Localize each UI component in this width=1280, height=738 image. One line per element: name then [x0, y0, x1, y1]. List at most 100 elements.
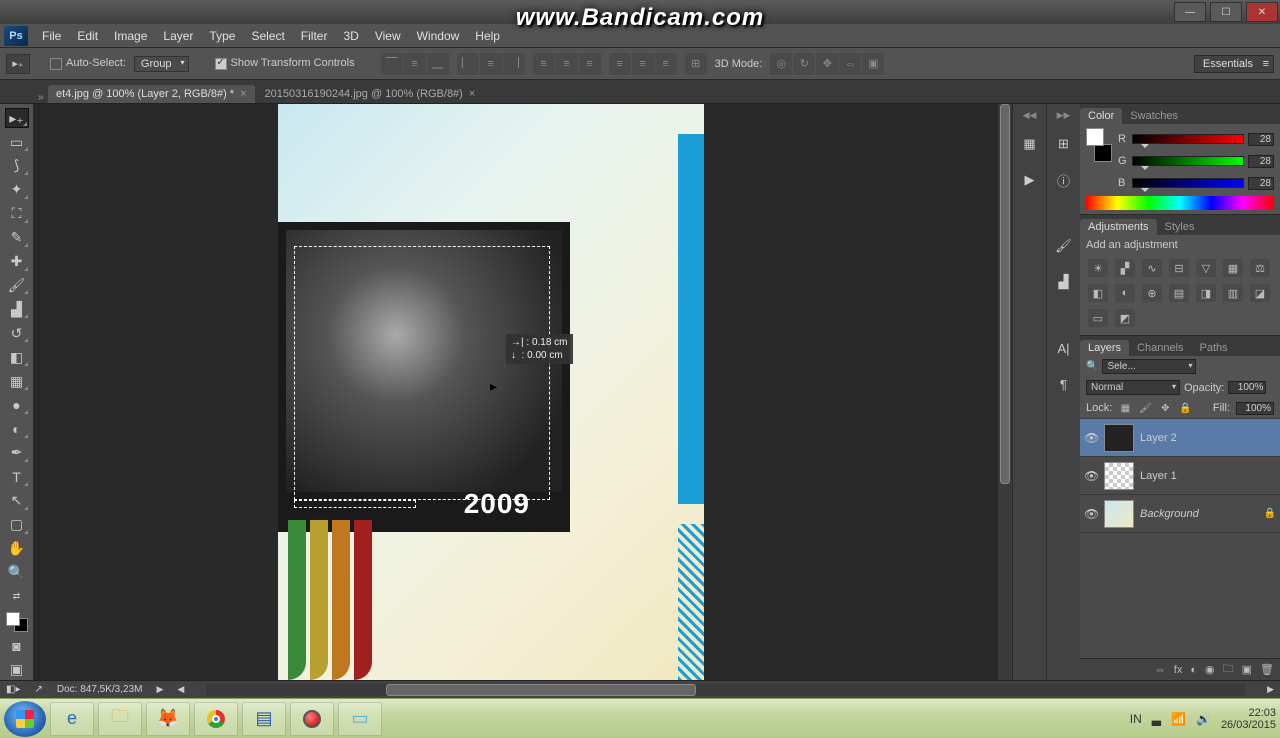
- new-layer-icon[interactable]: ▣: [1242, 663, 1252, 676]
- g-slider[interactable]: [1132, 156, 1244, 166]
- levels-adj-icon[interactable]: ▞: [1115, 259, 1135, 277]
- paths-tab[interactable]: Paths: [1192, 340, 1236, 356]
- path-tool-icon[interactable]: ↖: [5, 491, 29, 511]
- slide-icon[interactable]: ⇔: [839, 53, 861, 75]
- fgbg-swatch[interactable]: [1086, 128, 1112, 162]
- brightness-adj-icon[interactable]: ☀: [1088, 259, 1108, 277]
- menu-select[interactable]: Select: [243, 27, 292, 45]
- swap-colors-icon[interactable]: ⇄: [5, 586, 29, 606]
- tab-close-icon[interactable]: ×: [469, 88, 475, 100]
- menu-image[interactable]: Image: [106, 27, 155, 45]
- gradient-tool-icon[interactable]: ▦: [5, 371, 29, 391]
- posterize-adj-icon[interactable]: ▥: [1223, 284, 1243, 302]
- tool-preset-button[interactable]: ▸₊: [6, 54, 30, 74]
- zoom-tool-icon[interactable]: 🔍: [5, 562, 29, 582]
- layer-name[interactable]: Background: [1140, 508, 1258, 520]
- color-swatches[interactable]: [6, 612, 28, 632]
- visibility-toggle-icon[interactable]: 👁: [1084, 507, 1098, 521]
- brush-tool-icon[interactable]: 🖌: [5, 276, 29, 296]
- zoom3d-icon[interactable]: ▣: [862, 53, 884, 75]
- spectrum-bar[interactable]: [1086, 196, 1274, 210]
- taskbar-firefox-icon[interactable]: 🦊: [146, 702, 190, 736]
- menu-filter[interactable]: Filter: [293, 27, 336, 45]
- distribute-1-icon[interactable]: ≡: [533, 53, 555, 75]
- type-tool-icon[interactable]: T: [5, 467, 29, 487]
- threshold-adj-icon[interactable]: ◪: [1250, 284, 1270, 302]
- adjustments-tab[interactable]: Adjustments: [1080, 219, 1157, 235]
- curves-adj-icon[interactable]: ∿: [1142, 259, 1162, 277]
- maximize-button[interactable]: ☐: [1210, 2, 1242, 22]
- tray-network-icon[interactable]: 📶: [1171, 712, 1186, 726]
- distribute-4-icon[interactable]: ≡: [609, 53, 631, 75]
- align-hcenter-icon[interactable]: ≡: [480, 53, 502, 75]
- doc-size-label[interactable]: Doc: 847,5K/3,23M: [57, 684, 143, 695]
- marquee-tool-icon[interactable]: ▭: [5, 132, 29, 152]
- taskbar-bandicam-icon[interactable]: [290, 702, 334, 736]
- menu-type[interactable]: Type: [201, 27, 243, 45]
- stamp-tool-icon[interactable]: ▟: [5, 299, 29, 319]
- filter-kind-icon[interactable]: 🔍: [1086, 361, 1098, 372]
- menu-window[interactable]: Window: [409, 27, 468, 45]
- character-panel-icon[interactable]: A|: [1052, 336, 1076, 360]
- history-brush-tool-icon[interactable]: ↺: [5, 323, 29, 343]
- layer-name[interactable]: Layer 2: [1140, 432, 1276, 444]
- menu-3d[interactable]: 3D: [335, 27, 366, 45]
- tray-flag-icon[interactable]: ▃: [1152, 712, 1161, 726]
- distribute-6-icon[interactable]: ≡: [655, 53, 677, 75]
- tab-close-icon[interactable]: ×: [240, 88, 246, 100]
- auto-select-target-dropdown[interactable]: Group: [134, 56, 189, 72]
- dodge-tool-icon[interactable]: ◐: [5, 419, 29, 439]
- auto-select-checkbox[interactable]: [50, 58, 62, 70]
- align-top-icon[interactable]: ⎺: [381, 53, 403, 75]
- screenmode-tool-icon[interactable]: ▣: [5, 660, 29, 680]
- align-vcenter-icon[interactable]: ≡: [404, 53, 426, 75]
- paragraph-panel-icon[interactable]: ¶: [1052, 372, 1076, 396]
- blend-mode-dropdown[interactable]: Normal: [1086, 380, 1180, 395]
- pan-icon[interactable]: ✥: [816, 53, 838, 75]
- heal-tool-icon[interactable]: ✚: [5, 252, 29, 272]
- history-panel-icon[interactable]: ▦: [1018, 132, 1042, 156]
- eyedropper-tool-icon[interactable]: ✎: [5, 228, 29, 248]
- channelmixer-adj-icon[interactable]: ⊕: [1142, 284, 1162, 302]
- tray-clock[interactable]: 22:03 26/03/2015: [1221, 707, 1276, 731]
- eraser-tool-icon[interactable]: ◧: [5, 347, 29, 367]
- tray-lang-indicator[interactable]: IN: [1130, 712, 1142, 726]
- opacity-value[interactable]: 100%: [1228, 381, 1266, 394]
- crop-tool-icon[interactable]: ⛶: [5, 204, 29, 224]
- selective-adj-icon[interactable]: ◩: [1115, 309, 1135, 327]
- colorlookup-adj-icon[interactable]: ▤: [1169, 284, 1189, 302]
- layer-fx-icon[interactable]: fx: [1174, 664, 1183, 676]
- taskbar-notepad-icon[interactable]: ▭: [338, 702, 382, 736]
- brush-panel-icon[interactable]: ⊞: [1052, 132, 1076, 156]
- align-bottom-icon[interactable]: ⎽: [427, 53, 449, 75]
- quickmask-tool-icon[interactable]: ◙: [5, 636, 29, 656]
- bw-adj-icon[interactable]: ◧: [1088, 284, 1108, 302]
- tab-expand-icon[interactable]: »: [38, 92, 48, 103]
- document-tab-active[interactable]: et4.jpg @ 100% (Layer 2, RGB/8#) *×: [48, 85, 255, 103]
- menu-edit[interactable]: Edit: [69, 27, 106, 45]
- lasso-tool-icon[interactable]: ⟆: [5, 156, 29, 176]
- brushpresets-panel-icon[interactable]: 🖌: [1052, 234, 1076, 258]
- r-slider[interactable]: [1132, 134, 1244, 144]
- info-panel-icon[interactable]: ⓘ: [1052, 168, 1076, 192]
- shape-tool-icon[interactable]: ▢: [5, 515, 29, 535]
- distribute-3-icon[interactable]: ≡: [579, 53, 601, 75]
- adjustment-layer-icon[interactable]: ◉: [1205, 663, 1215, 676]
- hue-adj-icon[interactable]: ▦: [1223, 259, 1243, 277]
- clone-panel-icon[interactable]: ▟: [1052, 270, 1076, 294]
- vibrance-adj-icon[interactable]: ▽: [1196, 259, 1216, 277]
- move-tool-icon[interactable]: ▸₊: [5, 108, 29, 128]
- hand-tool-icon[interactable]: ✋: [5, 539, 29, 559]
- status-icon[interactable]: ◧▸: [6, 684, 20, 695]
- orbit-icon[interactable]: ◎: [770, 53, 792, 75]
- invert-adj-icon[interactable]: ◨: [1196, 284, 1216, 302]
- wand-tool-icon[interactable]: ✦: [5, 180, 29, 200]
- channels-tab[interactable]: Channels: [1129, 340, 1191, 356]
- auto-align-icon[interactable]: ⊞: [685, 53, 707, 75]
- status-menu-icon[interactable]: ▶: [156, 684, 163, 695]
- horizontal-scrollbar[interactable]: [206, 684, 1245, 696]
- document-canvas[interactable]: 2009 →| : 0.18 cm ↓ : 0.00 cm ▸: [278, 104, 704, 680]
- layer-mask-icon[interactable]: ◐: [1190, 664, 1197, 676]
- visibility-toggle-icon[interactable]: 👁: [1084, 469, 1098, 483]
- minimize-button[interactable]: —: [1174, 2, 1206, 22]
